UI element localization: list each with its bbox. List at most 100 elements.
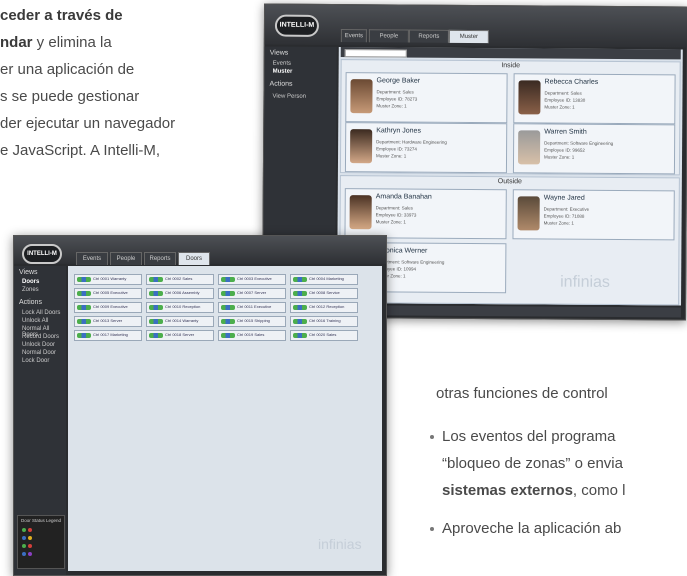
- person-employee-id: Employee ID: 71088: [543, 213, 585, 219]
- tab-people[interactable]: People: [368, 29, 409, 43]
- door-button[interactable]: Ctrl 0016 Training: [290, 316, 358, 327]
- door-status-icon: [221, 319, 235, 324]
- door-button[interactable]: Ctrl 0018 Server: [146, 330, 214, 341]
- sidebar-item-zones[interactable]: Zones: [22, 287, 39, 293]
- person-name: Warren Smith: [544, 128, 587, 136]
- status-dot-icon: [28, 536, 32, 540]
- sidebar: Views Doors Zones Actions Lock All Doors…: [14, 266, 66, 575]
- paragraph-line-1: ceder a través de: [0, 7, 123, 24]
- door-status-icon: [149, 291, 163, 296]
- person-photo: [517, 130, 541, 165]
- door-button[interactable]: Ctrl 0002 Sales: [146, 274, 214, 285]
- tab-events[interactable]: Events: [76, 252, 108, 265]
- door-status-icon: [221, 305, 235, 310]
- door-button[interactable]: Ctrl 0009 Executive: [74, 302, 142, 313]
- sidebar-item-events[interactable]: Events: [273, 61, 291, 67]
- sidebar-action[interactable]: Lock All Doors: [22, 310, 60, 316]
- door-button[interactable]: Ctrl 0017 Marketing: [74, 330, 142, 341]
- person-department: Department: Sales: [544, 90, 582, 96]
- zone-inside: Inside George Baker Department: Sales Em…: [339, 59, 681, 176]
- person-name: Kathryn Jones: [376, 127, 421, 135]
- person-department: Department: Hardware Engineering: [376, 139, 447, 145]
- door-status-icon: [77, 305, 91, 310]
- person-department: Department: Software Engineering: [544, 140, 614, 146]
- door-label: Ctrl 0014 Warranty: [165, 318, 199, 323]
- person-name: Amanda Banahan: [375, 193, 432, 201]
- door-label: Ctrl 0002 Sales: [165, 276, 193, 281]
- sidebar-item-muster[interactable]: Muster: [273, 69, 293, 75]
- person-zone: Muster Zone: 1: [543, 220, 574, 226]
- door-button[interactable]: Ctrl 0005 Executive: [74, 288, 142, 299]
- door-button[interactable]: Ctrl 0010 Reception: [146, 302, 214, 313]
- door-label: Ctrl 0010 Reception: [165, 304, 201, 309]
- door-status-legend: Door Status Legend: [17, 515, 65, 569]
- infinias-watermark: infinias: [318, 536, 362, 552]
- door-status-icon: [293, 291, 307, 296]
- door-button[interactable]: Ctrl 0014 Warranty: [146, 316, 214, 327]
- status-dot-icon: [22, 544, 26, 548]
- person-card[interactable]: Amanda Banahan Department: Sales Employe…: [344, 188, 507, 240]
- filter-bar: [340, 47, 681, 60]
- door-button[interactable]: Ctrl 0008 Service: [290, 288, 358, 299]
- sidebar-item-view-person[interactable]: View Person: [272, 94, 306, 100]
- person-card[interactable]: George Baker Department: Sales Employee …: [345, 72, 508, 124]
- paragraph-line-4: s se puede gestionar: [0, 88, 140, 105]
- person-photo: [349, 129, 373, 164]
- door-button[interactable]: Ctrl 0015 Shipping: [218, 316, 286, 327]
- door-button[interactable]: Ctrl 0020 Sales: [290, 330, 358, 341]
- person-zone: Muster Zone: 1: [376, 103, 407, 109]
- door-button[interactable]: Ctrl 0019 Sales: [218, 330, 286, 341]
- door-label: Ctrl 0016 Training: [309, 318, 341, 323]
- sidebar-item-doors[interactable]: Doors: [22, 279, 39, 285]
- sidebar-action[interactable]: Unlock Door: [22, 342, 55, 348]
- tab-reports[interactable]: Reports: [144, 252, 176, 265]
- tab-people[interactable]: People: [110, 252, 142, 265]
- person-employee-id: Employee ID: 73274: [376, 146, 417, 152]
- door-status-icon: [293, 319, 307, 324]
- tab-doors[interactable]: Doors: [178, 252, 210, 265]
- door-button[interactable]: Ctrl 0013 Server: [74, 316, 142, 327]
- person-card[interactable]: Warren Smith Department: Software Engine…: [512, 123, 676, 175]
- door-grid: infinias Ctrl 0001 Warranty Ctrl 0002 Sal…: [68, 266, 382, 571]
- door-status-icon: [221, 333, 235, 338]
- person-employee-id: Employee ID: 78273: [376, 96, 418, 102]
- sidebar-action[interactable]: Normal Door: [22, 350, 56, 356]
- door-button[interactable]: Ctrl 0006 Assembly: [146, 288, 214, 299]
- person-employee-id: Employee ID: 13830: [544, 97, 586, 103]
- door-button[interactable]: Ctrl 0007 Server: [218, 288, 286, 299]
- intelli-m-logo: INTELLI-M: [22, 244, 62, 264]
- door-label: Ctrl 0015 Shipping: [237, 318, 270, 323]
- paragraph-line-6: e JavaScript. A Intelli-M,: [0, 142, 161, 159]
- person-photo: [350, 79, 373, 114]
- sidebar-action[interactable]: Record Doors: [22, 334, 59, 340]
- door-status-icon: [149, 319, 163, 324]
- sidebar-action[interactable]: Lock Door: [22, 358, 49, 364]
- sidebar-action[interactable]: Unlock All: [22, 318, 48, 324]
- zone-title: Inside: [501, 62, 521, 70]
- person-department: Department: Sales: [376, 89, 414, 95]
- tab-reports[interactable]: Reports: [408, 29, 449, 43]
- tab-muster[interactable]: Muster: [448, 29, 489, 44]
- infinias-watermark: infinias: [560, 273, 611, 291]
- person-photo: [349, 195, 372, 230]
- person-employee-id: Employee ID: 33973: [375, 212, 417, 218]
- zone-outside: Outside Amanda Banahan Department: Sales…: [339, 175, 680, 306]
- person-card[interactable]: Kathryn Jones Department: Hardware Engin…: [344, 122, 508, 174]
- tab-events[interactable]: Events: [340, 29, 367, 43]
- door-label: Ctrl 0001 Warranty: [93, 276, 127, 281]
- filter-select[interactable]: [344, 49, 407, 58]
- door-label: Ctrl 0009 Executive: [93, 304, 128, 309]
- door-button[interactable]: Ctrl 0001 Warranty: [74, 274, 142, 285]
- door-label: Ctrl 0019 Sales: [237, 332, 265, 337]
- door-status-icon: [77, 319, 91, 324]
- door-button[interactable]: Ctrl 0004 Marketing: [290, 274, 358, 285]
- person-zone: Muster Zone: 1: [376, 153, 407, 159]
- person-card[interactable]: Rebecca Charles Department: Sales Employ…: [513, 73, 676, 125]
- door-button[interactable]: Ctrl 0003 Executive: [218, 274, 286, 285]
- door-button[interactable]: Ctrl 0012 Reception: [290, 302, 358, 313]
- person-card[interactable]: Wayne Jared Department: Executive Employ…: [512, 189, 675, 241]
- person-photo: [517, 196, 540, 231]
- door-label: Ctrl 0013 Server: [93, 318, 123, 323]
- door-button[interactable]: Ctrl 0011 Executive: [218, 302, 286, 313]
- door-status-icon: [77, 277, 91, 282]
